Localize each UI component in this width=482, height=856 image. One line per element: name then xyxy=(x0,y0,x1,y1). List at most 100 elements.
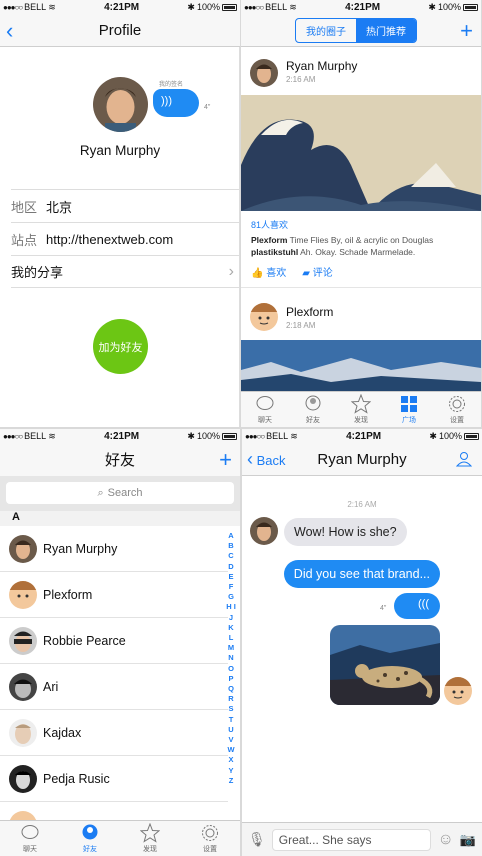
status-bar: ●●●○○ BELL ≋ 4:21PM ✱ 100% xyxy=(0,429,240,443)
profile-icon[interactable] xyxy=(456,451,472,467)
camera-icon[interactable]: 📷 xyxy=(460,832,476,848)
list-item[interactable]: Plexform xyxy=(0,572,228,618)
tab-friends[interactable]: 好友 xyxy=(289,392,337,427)
avatar[interactable] xyxy=(93,77,148,132)
tab-label: 发现 xyxy=(143,846,157,853)
clock: 4:21PM xyxy=(104,1,140,13)
comment-button[interactable]: ▰ 评论 xyxy=(302,264,332,279)
region-row: 地区 北京 xyxy=(11,189,240,222)
comment-icon: ▰ xyxy=(302,268,310,279)
tab-settings[interactable]: 设置 xyxy=(180,821,240,856)
image-message-snow-leopard[interactable] xyxy=(330,625,440,705)
star-icon xyxy=(351,394,371,414)
tab-discover[interactable]: 发现 xyxy=(337,392,385,427)
comment-label: 评论 xyxy=(312,268,333,279)
message-input-text: Great... She says xyxy=(278,832,372,847)
site-value[interactable]: http://thenextweb.com xyxy=(46,232,173,247)
post-caption: Plexform Time Flies By, oil & acrylic on… xyxy=(251,234,475,258)
avatar xyxy=(9,672,37,701)
add-friend-button[interactable]: 加为好友 xyxy=(93,319,148,374)
person-icon xyxy=(82,824,98,840)
gear-icon xyxy=(202,825,218,841)
back-button[interactable]: ‹ Back xyxy=(247,449,286,470)
chat-timestamp: 2:16 AM xyxy=(347,500,377,509)
post-avatar[interactable] xyxy=(250,59,278,87)
signal-icon: ●●●○○ xyxy=(3,431,23,441)
tab-square[interactable]: 广场 xyxy=(385,392,433,427)
feed-screen: ●●●○○ BELL ≋ 4:21PM ✱ 100% 我的圈子 热门推荐 + Ryan… xyxy=(241,0,481,427)
tab-hot-recommend[interactable]: 热门推荐 xyxy=(356,18,416,42)
divider xyxy=(241,287,481,288)
post-image-mountains[interactable] xyxy=(241,340,481,391)
like-count[interactable]: 81人喜欢 xyxy=(251,218,288,231)
chat-screen: ●●●○○ BELL ≋ 4:21PM ✱ 100% ‹ Back Ryan Murp… xyxy=(242,429,482,856)
voice-duration: 4" xyxy=(380,605,387,612)
emoji-icon[interactable]: ☺ xyxy=(437,831,453,849)
list-item[interactable]: Pedja Rusic xyxy=(0,756,228,802)
page-title: Ryan Murphy xyxy=(317,450,407,468)
avatar xyxy=(9,626,37,655)
avatar xyxy=(9,534,37,563)
battery-icon xyxy=(222,3,237,11)
clock: 4:21PM xyxy=(346,430,382,442)
star-icon xyxy=(140,823,160,843)
my-avatar[interactable] xyxy=(444,677,472,705)
battery-icon xyxy=(464,432,479,440)
share-row[interactable]: 我的分享 › xyxy=(11,255,240,288)
tab-label: 聊天 xyxy=(23,846,37,853)
signature-label: 我的签名 xyxy=(159,82,184,88)
carrier: BELL xyxy=(24,431,47,441)
share-label: 我的分享 xyxy=(11,265,64,280)
tab-label: 发现 xyxy=(354,417,368,424)
comment-author[interactable]: plastikstuhl xyxy=(251,247,298,257)
feed-list: Ryan Murphy 2:16 AM 81人喜欢 Plexform Time … xyxy=(241,47,481,391)
tab-discover[interactable]: 发现 xyxy=(120,821,180,856)
wifi-icon: ≋ xyxy=(290,430,298,441)
list-item[interactable]: Ryan Murphy xyxy=(0,526,228,572)
profile-name: Ryan Murphy xyxy=(79,143,161,158)
person-icon xyxy=(305,395,321,411)
tab-friends[interactable]: 好友 xyxy=(60,821,120,856)
thumbs-up-icon: 👍 xyxy=(251,268,264,279)
signal-icon: ●●●○○ xyxy=(244,2,264,12)
message-input[interactable]: Great... She says xyxy=(271,828,432,851)
post-avatar[interactable] xyxy=(250,303,278,331)
wifi-icon: ≋ xyxy=(48,1,56,12)
tab-settings[interactable]: 设置 xyxy=(433,392,481,427)
bluetooth-icon: ✱ xyxy=(428,1,436,12)
voice-signature-bubble[interactable]: ))) xyxy=(153,89,199,117)
caption-author[interactable]: Plexform xyxy=(251,235,287,245)
clock: 4:21PM xyxy=(345,1,381,13)
add-icon[interactable]: + xyxy=(219,443,232,476)
post-image-wave-painting[interactable] xyxy=(241,95,481,211)
chat-bubble-icon xyxy=(256,396,274,410)
clock: 4:21PM xyxy=(104,430,140,442)
tab-chat[interactable]: 聊天 xyxy=(0,821,60,856)
tab-my-circle[interactable]: 我的圈子 xyxy=(296,19,356,42)
wifi-icon: ≋ xyxy=(48,430,56,441)
nav-bar: 好友 + xyxy=(0,443,240,476)
back-chevron-icon: ‹ xyxy=(247,448,253,469)
add-icon[interactable]: + xyxy=(460,14,473,47)
bluetooth-icon: ✱ xyxy=(187,430,195,441)
page-title: 好友 xyxy=(104,452,135,469)
back-chevron-icon[interactable]: ‹ xyxy=(6,14,13,47)
page-title: Profile xyxy=(98,21,142,39)
search-input[interactable]: ⌕ Search xyxy=(6,482,234,504)
back-label: Back xyxy=(256,452,286,468)
alphabet-index[interactable]: A B C D E F G H I J K L M N O P Q R S T … xyxy=(226,531,236,786)
microphone-icon[interactable]: 🎙 xyxy=(248,831,266,848)
list-item[interactable]: Kajdax xyxy=(0,710,228,756)
wifi-icon: ≋ xyxy=(289,1,297,12)
carrier: BELL xyxy=(24,2,47,12)
tab-chat[interactable]: 聊天 xyxy=(241,392,289,427)
signal-icon: ●●●○○ xyxy=(3,2,23,12)
site-row[interactable]: 站点 http://thenextweb.com xyxy=(11,222,240,255)
tab-label: 广场 xyxy=(402,417,416,424)
list-item[interactable]: Robbie Pearce xyxy=(0,618,228,664)
like-button[interactable]: 👍 喜欢 xyxy=(251,264,286,279)
voice-message-bubble[interactable]: ((( xyxy=(394,593,440,619)
tab-bar: 聊天 好友 发现 设置 xyxy=(0,820,240,856)
sender-avatar[interactable] xyxy=(250,517,278,545)
list-item[interactable]: Ari xyxy=(0,664,228,710)
